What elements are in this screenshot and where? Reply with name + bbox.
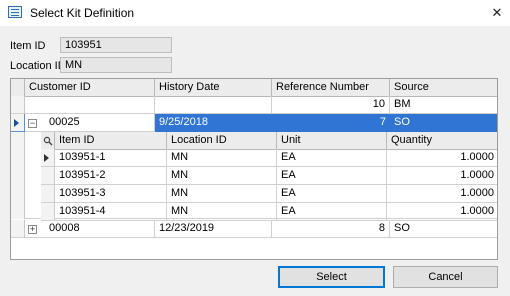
cell-customer-id[interactable]: 00008 [25, 220, 155, 238]
cell-customer-id[interactable]: 00025 [25, 114, 155, 132]
cancel-button[interactable]: Cancel [393, 266, 498, 288]
column-header-reference-number[interactable]: Reference Number [272, 79, 390, 97]
current-row-arrow-icon [14, 119, 19, 127]
location-id-label: Location ID [10, 60, 66, 72]
cell-quantity[interactable]: 1.0000 [387, 185, 497, 203]
grid-header: Customer ID History Date Reference Numbe… [11, 79, 497, 97]
detail-gutter [11, 132, 25, 219]
cell-source[interactable]: BM [390, 96, 497, 114]
cell-quantity[interactable]: 1.0000 [387, 203, 497, 221]
cell-history-date[interactable] [155, 96, 272, 114]
cell-reference-number[interactable]: 8 [272, 220, 390, 238]
child-column-header-item-id[interactable]: Item ID [55, 132, 167, 150]
column-header-source[interactable]: Source [390, 79, 497, 97]
row-selector[interactable] [11, 114, 25, 132]
child-search-icon[interactable] [41, 132, 55, 150]
cell-location-id[interactable]: MN [167, 149, 277, 167]
cell-reference-number[interactable]: 10 [272, 96, 390, 114]
cell-source[interactable]: SO [390, 220, 497, 238]
child-column-header-quantity[interactable]: Quantity [387, 132, 497, 150]
close-button[interactable]: ✕ [486, 2, 508, 24]
cell-quantity[interactable]: 1.0000 [387, 167, 497, 185]
row-selector[interactable] [11, 96, 25, 114]
cell-unit[interactable]: EA [277, 167, 387, 185]
cell-location-id[interactable]: MN [167, 203, 277, 221]
cell-quantity[interactable]: 1.0000 [387, 149, 497, 167]
table-row[interactable]: + 10 BM [11, 96, 497, 126]
child-row-selector[interactable] [41, 167, 55, 185]
column-header-customer-id[interactable]: Customer ID [25, 79, 155, 97]
child-table-row[interactable]: 103951-3 MN EA 1.0000 [41, 185, 497, 203]
cell-unit[interactable]: EA [277, 149, 387, 167]
child-grid[interactable]: Item ID Location ID Unit Quantity 103951… [41, 132, 497, 221]
cell-location-id[interactable]: MN [167, 185, 277, 203]
cell-item-id[interactable]: 103951-3 [55, 185, 167, 203]
cell-reference-number[interactable]: 7 [272, 114, 390, 132]
child-column-header-unit[interactable]: Unit [277, 132, 387, 150]
table-row[interactable]: 00008 12/23/2019 8 SO [11, 220, 497, 238]
collapse-icon[interactable]: − [28, 119, 37, 128]
table-row-selected[interactable]: 00025 9/25/2018 7 SO [11, 114, 497, 132]
column-header-history-date[interactable]: History Date [155, 79, 272, 97]
child-row-selector[interactable] [41, 203, 55, 221]
current-row-arrow-icon [44, 154, 49, 162]
cell-source[interactable]: SO [390, 114, 497, 132]
item-id-label: Item ID [10, 40, 46, 52]
header-corner [11, 79, 25, 97]
cell-item-id[interactable]: 103951-1 [55, 149, 167, 167]
child-grid-header: Item ID Location ID Unit Quantity [41, 132, 497, 150]
cell-customer-id[interactable] [25, 96, 155, 114]
item-id-field[interactable]: 103951 [60, 37, 172, 53]
window-icon [8, 6, 22, 18]
kit-definition-grid[interactable]: Customer ID History Date Reference Numbe… [10, 78, 498, 260]
select-button[interactable]: Select [278, 266, 385, 288]
child-column-header-location-id[interactable]: Location ID [167, 132, 277, 150]
cell-history-date[interactable]: 12/23/2019 [155, 220, 272, 238]
expand-icon[interactable]: + [28, 225, 37, 234]
row-selector[interactable] [11, 220, 25, 238]
location-id-field[interactable]: MN [60, 57, 172, 73]
child-table-row[interactable]: 103951-4 MN EA 1.0000 [41, 203, 497, 221]
child-table-row[interactable]: 103951-2 MN EA 1.0000 [41, 167, 497, 185]
cell-item-id[interactable]: 103951-4 [55, 203, 167, 221]
child-row-selector[interactable] [41, 149, 55, 167]
child-table-row[interactable]: 103951-1 MN EA 1.0000 [41, 149, 497, 167]
cell-unit[interactable]: EA [277, 203, 387, 221]
cell-location-id[interactable]: MN [167, 167, 277, 185]
cell-item-id[interactable]: 103951-2 [55, 167, 167, 185]
cell-history-date[interactable]: 9/25/2018 [155, 114, 272, 132]
child-row-selector[interactable] [41, 185, 55, 203]
window-title: Select Kit Definition [30, 6, 135, 20]
cell-unit[interactable]: EA [277, 185, 387, 203]
